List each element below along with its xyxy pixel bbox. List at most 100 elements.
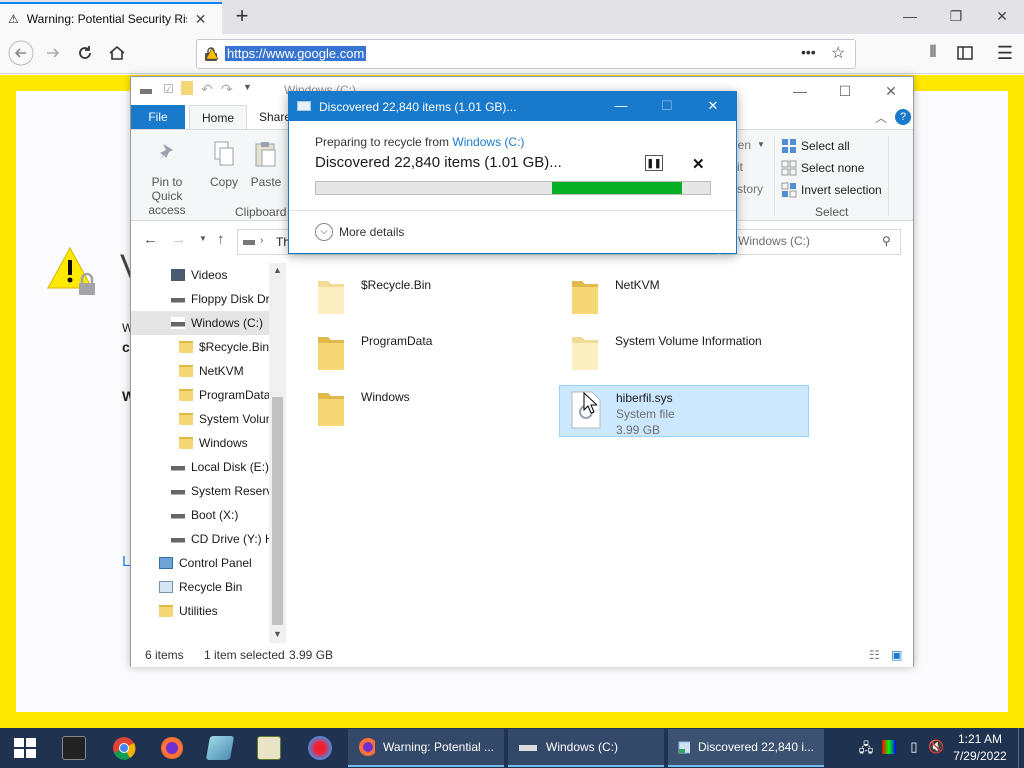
paste-button[interactable]: Paste — [237, 140, 295, 189]
file-item[interactable]: NetKVM — [559, 273, 809, 325]
home-button[interactable] — [104, 40, 130, 66]
volume-muted-icon[interactable]: 🔇 — [928, 739, 944, 755]
tree-item[interactable]: Videos — [131, 263, 285, 287]
tree-item[interactable]: Windows — [131, 431, 285, 455]
forward-nav-icon[interactable]: → — [171, 231, 186, 248]
cancel-operation-button[interactable]: ✕ — [692, 155, 705, 173]
page-text-fragment: c — [122, 339, 130, 355]
page-actions-icon[interactable]: ••• — [801, 44, 816, 60]
file-item[interactable]: $Recycle.Bin — [305, 273, 555, 325]
select-none-button[interactable]: Select none — [781, 158, 864, 178]
pin-quick-access-button[interactable]: Pin to Quick access — [137, 140, 197, 217]
tree-item[interactable]: ProgramData — [131, 383, 285, 407]
start-button[interactable] — [14, 738, 36, 758]
tree-item[interactable]: Boot (X:) — [131, 503, 285, 527]
tree-item[interactable]: CD Drive (Y:) H — [131, 527, 285, 551]
new-tab-button[interactable]: + — [232, 4, 252, 28]
open-dropdown-icon[interactable]: ▼ — [757, 140, 765, 149]
sidebar-toggle-button[interactable] — [952, 40, 978, 66]
select-all-button[interactable]: Select all — [781, 136, 850, 156]
qat-new-folder-icon[interactable] — [181, 81, 193, 95]
taskbar-task-progress[interactable]: Discovered 22,840 i... — [668, 729, 824, 767]
browser-close-button[interactable]: ✕ — [982, 4, 1022, 28]
firefox-icon — [359, 738, 376, 756]
usb-device-icon[interactable]: ▯ — [906, 739, 922, 755]
scroll-up-icon[interactable]: ▲ — [273, 265, 282, 275]
recent-locations-icon[interactable]: ▼ — [199, 234, 207, 243]
qat-redo-icon[interactable]: ↷ — [221, 81, 233, 98]
forward-button[interactable] — [40, 40, 66, 66]
bookmark-star-icon[interactable]: ☆ — [831, 43, 845, 63]
tab-file[interactable]: File — [131, 105, 185, 129]
color-tray-icon[interactable] — [882, 740, 896, 754]
taskbar-task-firefox[interactable]: Warning: Potential ... — [348, 729, 504, 767]
browser-tab[interactable]: ⚠ Warning: Potential Security Risk Ahead… — [0, 2, 222, 34]
terminal-icon[interactable] — [62, 736, 86, 760]
tree-item[interactable]: NetKVM — [131, 359, 285, 383]
qat-dropdown-icon[interactable]: ▼ — [243, 82, 252, 92]
breadcrumb-chevron-icon[interactable]: › — [260, 235, 263, 246]
help-icon[interactable]: ? — [895, 109, 911, 125]
url-bar[interactable]: https://www.google.com ••• ☆ — [196, 39, 856, 69]
invert-selection-button[interactable]: Invert selection — [781, 180, 882, 200]
up-nav-icon[interactable]: ↑ — [217, 231, 225, 248]
tree-item[interactable]: Recycle Bin — [131, 575, 285, 599]
tree-item[interactable]: Control Panel — [131, 551, 285, 575]
chrome-icon[interactable] — [112, 736, 136, 760]
firefox-icon[interactable] — [160, 736, 184, 760]
collapse-ribbon-icon[interactable]: ︿ — [875, 109, 887, 126]
system-clock[interactable]: 1:21 AM 7/29/2022 — [944, 731, 1016, 765]
select-all-label: Select all — [801, 139, 850, 153]
cd-drive-icon — [171, 533, 185, 545]
qat-undo-icon[interactable]: ↶ — [201, 81, 213, 98]
dialog-minimize-button[interactable]: — — [601, 95, 641, 117]
paint-icon[interactable] — [308, 736, 332, 760]
dialog-close-button[interactable]: ✕ — [693, 95, 733, 117]
tree-item-label: $Recycle.Bin — [199, 340, 270, 354]
search-icon[interactable]: ⚲ — [882, 234, 891, 248]
scroll-down-icon[interactable]: ▼ — [273, 629, 282, 639]
show-desktop-button[interactable] — [1018, 728, 1024, 768]
details-view-icon[interactable]: ☷ — [869, 643, 880, 667]
tree-item[interactable]: System Volun — [131, 407, 285, 431]
back-button[interactable] — [8, 40, 34, 66]
tab-close-icon[interactable]: ✕ — [195, 11, 207, 28]
tree-item[interactable]: Local Disk (E:) — [131, 455, 285, 479]
nav-scrollbar-thumb[interactable] — [272, 397, 283, 625]
url-text[interactable]: https://www.google.com — [225, 46, 367, 61]
large-icons-view-icon[interactable]: ▣ — [891, 643, 902, 667]
explorer-maximize-button[interactable]: ☐ — [830, 81, 860, 101]
source-location-link[interactable]: Windows (C:) — [452, 135, 524, 149]
edit-button-partial[interactable]: it — [737, 160, 743, 174]
menu-hamburger-icon[interactable]: ☰ — [992, 40, 1018, 66]
back-nav-icon[interactable]: ← — [143, 231, 158, 248]
browser-minimize-button[interactable]: — — [890, 4, 930, 28]
clipboard-group-label: Clipboard — [235, 205, 287, 219]
tree-item-label: Windows — [199, 436, 248, 450]
tree-item[interactable]: System Reserve — [131, 479, 285, 503]
search-field[interactable]: h Windows (C:) ⚲ — [721, 229, 901, 255]
file-item[interactable]: Windows — [305, 385, 555, 437]
tree-item-label: CD Drive (Y:) H — [191, 532, 274, 546]
taskbar-task-explorer[interactable]: Windows (C:) — [508, 729, 664, 767]
explorer-minimize-button[interactable]: — — [785, 81, 815, 101]
pause-button[interactable]: ❚❚ — [645, 155, 663, 171]
item-count: 6 items — [145, 648, 184, 662]
more-details-button[interactable]: ⌵ More details — [315, 223, 404, 241]
file-item[interactable]: ProgramData — [305, 329, 555, 381]
tab-home[interactable]: Home — [189, 105, 248, 129]
tree-item[interactable]: Floppy Disk Dri — [131, 287, 285, 311]
notepad-icon[interactable] — [205, 736, 235, 760]
explorer-close-button[interactable]: ✕ — [876, 81, 906, 101]
reload-button[interactable] — [72, 40, 98, 66]
tree-item[interactable]: Windows (C:) — [131, 311, 285, 335]
tree-item[interactable]: $Recycle.Bin — [131, 335, 285, 359]
network-icon[interactable]: 🖧 — [858, 739, 874, 755]
history-button-partial[interactable]: story — [737, 182, 763, 196]
qat-properties-icon[interactable]: ☑ — [163, 82, 174, 96]
task-manager-icon[interactable] — [257, 736, 281, 760]
file-item[interactable]: System Volume Information — [559, 329, 809, 381]
tree-item[interactable]: Utilities — [131, 599, 285, 623]
library-icon[interactable]: ⫴ — [920, 40, 946, 66]
browser-restore-button[interactable]: ❐ — [936, 4, 976, 28]
